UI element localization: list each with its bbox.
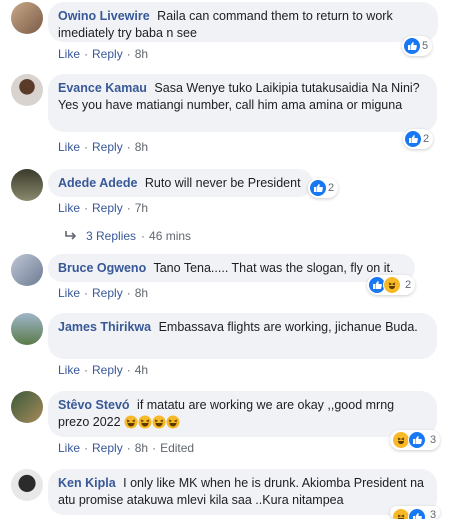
laughing-emoji-group	[124, 415, 180, 429]
comment-author[interactable]: Owino Livewire	[58, 9, 150, 23]
comment-author[interactable]: Ken Kipla	[58, 476, 116, 490]
comment-author[interactable]: Evance Kamau	[58, 81, 147, 95]
comment-bubble: Stêvo Stevó if matatu are working we are…	[48, 391, 437, 437]
reaction-summary[interactable]: 2	[308, 178, 339, 198]
avatar[interactable]	[11, 74, 43, 106]
reaction-count: 2	[405, 279, 412, 291]
reaction-summary[interactable]: 3	[390, 506, 441, 519]
comment-actions: Like · Reply · 8h	[58, 286, 149, 300]
avatar[interactable]	[11, 469, 43, 501]
comment-actions: Like · Reply · 7h	[58, 201, 149, 215]
like-link[interactable]: Like	[58, 286, 80, 300]
like-reaction-icon	[404, 38, 420, 54]
comment-actions: Like · Reply · 4h	[58, 363, 149, 377]
comment-time[interactable]: 7h	[135, 201, 148, 215]
reaction-count: 3	[430, 434, 437, 446]
comment-actions: Like · Reply · 8h	[58, 47, 149, 61]
avatar[interactable]	[11, 254, 43, 286]
comment-text: Ruto will never be President	[144, 176, 301, 190]
reaction-count: 2	[328, 182, 335, 194]
laughing-emoji-icon	[166, 415, 180, 429]
comment-time[interactable]: 8h	[135, 441, 148, 455]
like-reaction-icon	[408, 508, 426, 519]
view-replies-link[interactable]: 3 Replies · 46 mins	[64, 229, 191, 243]
replies-count[interactable]: 3 Replies	[86, 229, 136, 243]
comment-text: Embassava flights are working, jichanue …	[158, 320, 418, 334]
like-link[interactable]: Like	[58, 140, 80, 154]
reaction-summary[interactable]: 2	[403, 129, 434, 149]
reaction-count: 2	[423, 133, 430, 145]
comment-text: Tano Tena..... That was the slogan, fly …	[153, 261, 394, 275]
like-reaction-icon	[310, 180, 326, 196]
laughing-emoji-icon	[124, 415, 138, 429]
comment-author[interactable]: Bruce Ogweno	[58, 261, 146, 275]
like-reaction-icon	[408, 431, 426, 449]
comment-author[interactable]: James Thirikwa	[58, 320, 151, 334]
comment-bubble: James Thirikwa Embassava flights are wor…	[48, 313, 437, 359]
comment-time[interactable]: 4h	[135, 363, 148, 377]
comment-actions: Like · Reply · 8h	[58, 140, 149, 154]
comment-author[interactable]: Stêvo Stevó	[58, 398, 130, 412]
avatar[interactable]	[11, 313, 43, 345]
haha-reaction-icon	[383, 276, 401, 294]
comment-bubble: Owino Livewire Raila can command them to…	[48, 2, 438, 42]
comment-time[interactable]: 8h	[135, 140, 148, 154]
comment-time[interactable]: 8h	[135, 47, 148, 61]
laughing-emoji-icon	[152, 415, 166, 429]
like-link[interactable]: Like	[58, 201, 80, 215]
reply-link[interactable]: Reply	[92, 47, 123, 61]
comment-bubble: Ken Kipla I only like MK when he is drun…	[48, 469, 437, 515]
reaction-summary[interactable]: 2	[367, 275, 416, 295]
like-link[interactable]: Like	[58, 441, 80, 455]
reaction-summary[interactable]: 5	[402, 36, 433, 56]
reply-arrow-icon	[65, 231, 77, 240]
like-reaction-icon	[405, 131, 421, 147]
comment-bubble: Bruce Ogweno Tano Tena..... That was the…	[48, 254, 415, 282]
comment-bubble: Adede Adede Ruto will never be President	[48, 169, 313, 197]
like-link[interactable]: Like	[58, 363, 80, 377]
reply-link[interactable]: Reply	[92, 363, 123, 377]
like-link[interactable]: Like	[58, 47, 80, 61]
reply-link[interactable]: Reply	[92, 201, 123, 215]
avatar[interactable]	[11, 169, 43, 201]
reply-link[interactable]: Reply	[92, 286, 123, 300]
avatar[interactable]	[11, 391, 43, 423]
reply-link[interactable]: Reply	[92, 140, 123, 154]
avatar[interactable]	[11, 2, 43, 34]
laughing-emoji-icon	[138, 415, 152, 429]
replies-time: 46 mins	[149, 229, 192, 243]
edited-label[interactable]: Edited	[160, 441, 194, 455]
replies-time-dot: ·	[141, 229, 146, 243]
comment-author[interactable]: Adede Adede	[58, 176, 137, 190]
reaction-count: 5	[422, 40, 429, 52]
reply-link[interactable]: Reply	[92, 441, 123, 455]
reaction-summary[interactable]: 3	[390, 430, 441, 450]
comment-actions: Like · Reply · 8h · Edited	[58, 441, 195, 455]
comment-bubble: Evance Kamau Sasa Wenye tuko Laikipia tu…	[48, 74, 437, 132]
reaction-count: 3	[430, 509, 437, 519]
comment-time[interactable]: 8h	[135, 286, 148, 300]
